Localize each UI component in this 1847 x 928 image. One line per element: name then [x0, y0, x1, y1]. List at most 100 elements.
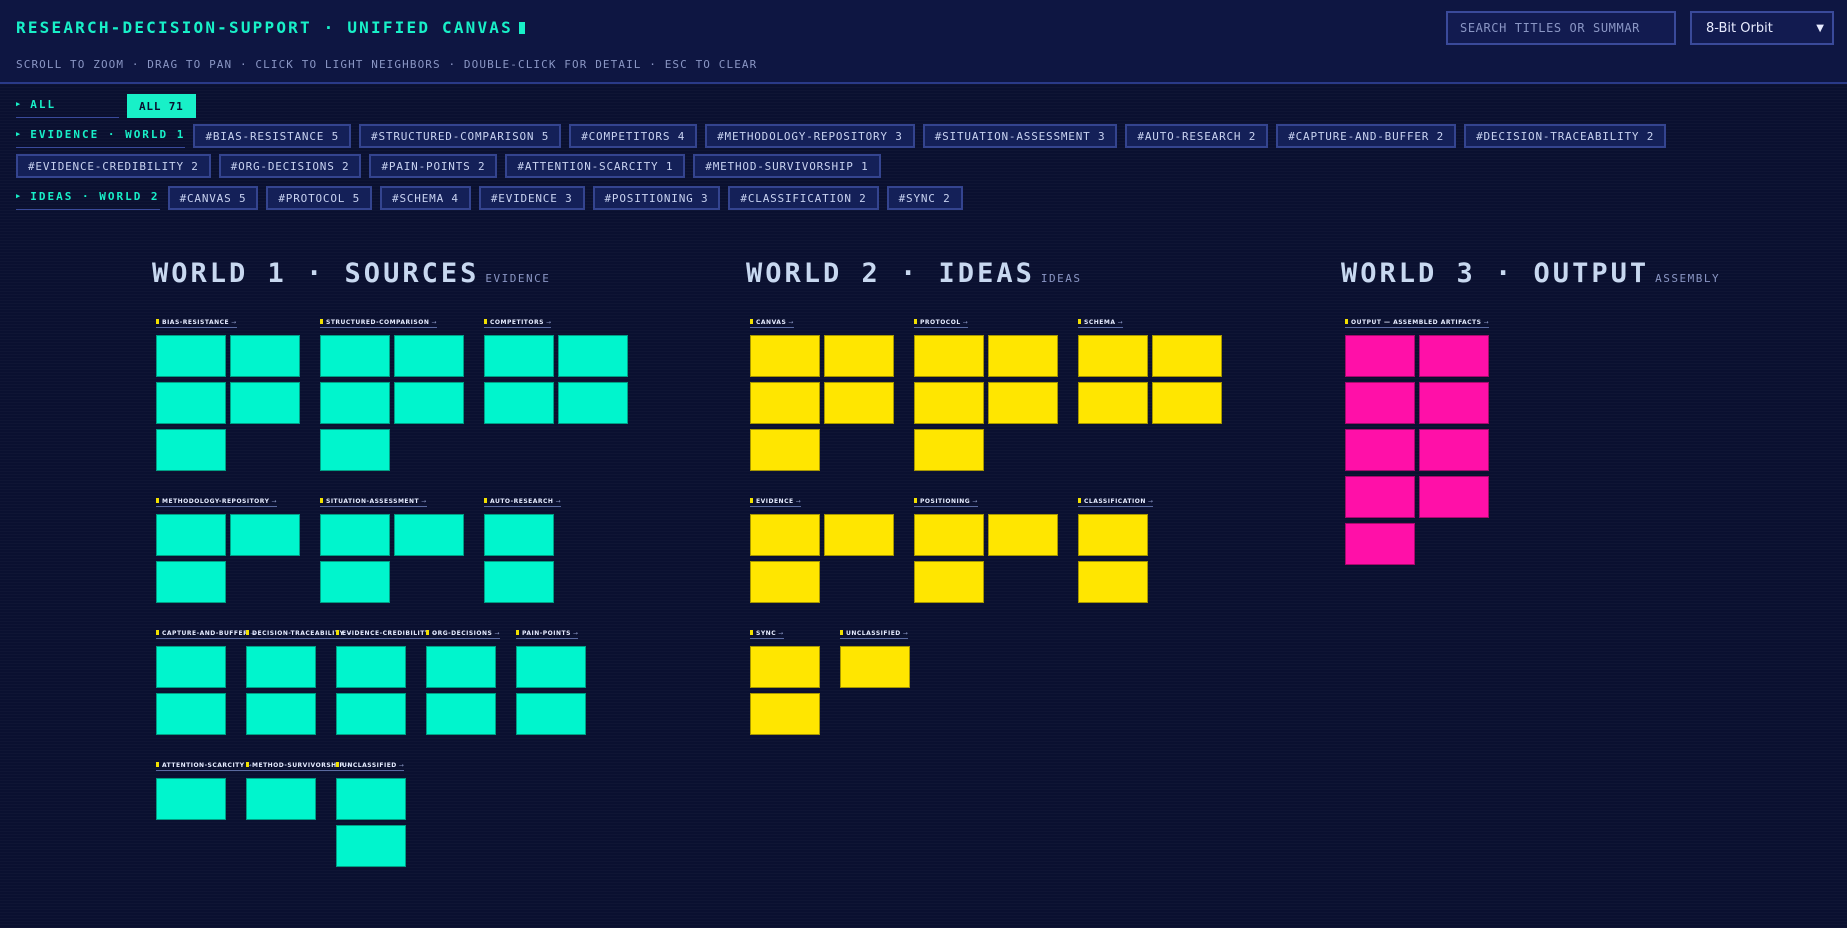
note-card[interactable] — [320, 561, 390, 603]
filter-chip[interactable]: #CAPTURE-AND-BUFFER 2 — [1276, 124, 1457, 148]
note-card[interactable] — [246, 693, 316, 735]
note-card[interactable] — [426, 693, 496, 735]
note-card[interactable] — [988, 335, 1058, 377]
note-card[interactable] — [516, 646, 586, 688]
note-card[interactable] — [320, 514, 390, 556]
note-card[interactable] — [750, 429, 820, 471]
cluster-label[interactable]: CLASSIFICATION → — [1078, 497, 1154, 507]
filter-chip[interactable]: #SYNC 2 — [886, 186, 963, 210]
note-card[interactable] — [1078, 561, 1148, 603]
note-card[interactable] — [914, 335, 984, 377]
note-card[interactable] — [750, 693, 820, 735]
cluster-label[interactable]: CAPTURE-AND-BUFFER → — [156, 629, 256, 639]
note-card[interactable] — [394, 382, 464, 424]
note-card[interactable] — [750, 335, 820, 377]
cluster-label[interactable]: BIAS-RESISTANCE → — [156, 318, 237, 328]
note-card[interactable] — [1419, 476, 1489, 518]
note-card[interactable] — [1345, 476, 1415, 518]
filter-chip[interactable]: #AUTO-RESEARCH 2 — [1125, 124, 1269, 148]
note-card[interactable] — [156, 646, 226, 688]
cluster-label[interactable]: EVIDENCE → — [750, 497, 802, 507]
cluster-label[interactable]: ORG-DECISIONS → — [426, 629, 500, 639]
note-card[interactable] — [156, 335, 226, 377]
filter-chip[interactable]: #EVIDENCE 3 — [478, 186, 585, 210]
note-card[interactable] — [914, 382, 984, 424]
note-card[interactable] — [988, 382, 1058, 424]
note-card[interactable] — [426, 646, 496, 688]
note-card[interactable] — [1078, 514, 1148, 556]
note-card[interactable] — [750, 382, 820, 424]
filter-chip[interactable]: #ATTENTION-SCARCITY 1 — [505, 154, 686, 178]
note-card[interactable] — [824, 514, 894, 556]
filter-chip[interactable]: #DECISION-TRACEABILITY 2 — [1464, 124, 1667, 148]
note-card[interactable] — [558, 382, 628, 424]
cluster-label[interactable]: UNCLASSIFIED → — [840, 629, 909, 639]
note-card[interactable] — [1419, 382, 1489, 424]
note-card[interactable] — [230, 335, 300, 377]
filter-group-all[interactable]: ▶ ALL — [16, 94, 119, 118]
filter-chip[interactable]: #PROTOCOL 5 — [266, 186, 373, 210]
cluster-label[interactable]: SITUATION-ASSESSMENT → — [320, 497, 427, 507]
cluster-label[interactable]: STRUCTURED-COMPARISON → — [320, 318, 437, 328]
note-card[interactable] — [246, 778, 316, 820]
filter-chip[interactable]: #COMPETITORS 4 — [569, 124, 698, 148]
cluster-label[interactable]: PAIN-POINTS → — [516, 629, 579, 639]
filter-group-ideas[interactable]: ▶ IDEAS · WORLD 2 — [16, 186, 160, 210]
note-card[interactable] — [336, 646, 406, 688]
note-card[interactable] — [484, 561, 554, 603]
filter-chip[interactable]: #CLASSIFICATION 2 — [728, 186, 879, 210]
cluster-label[interactable]: ATTENTION-SCARCITY → — [156, 761, 253, 771]
note-card[interactable] — [1345, 335, 1415, 377]
cluster-label[interactable]: PROTOCOL → — [914, 318, 969, 328]
cluster-label[interactable]: COMPETITORS → — [484, 318, 552, 328]
search-input[interactable] — [1446, 11, 1676, 45]
note-card[interactable] — [1345, 429, 1415, 471]
note-card[interactable] — [1152, 335, 1222, 377]
note-card[interactable] — [156, 382, 226, 424]
note-card[interactable] — [484, 382, 554, 424]
filter-chip[interactable]: #EVIDENCE-CREDIBILITY 2 — [16, 154, 211, 178]
note-card[interactable] — [914, 561, 984, 603]
note-card[interactable] — [156, 693, 226, 735]
note-card[interactable] — [1152, 382, 1222, 424]
cluster-label[interactable]: AUTO-RESEARCH → — [484, 497, 561, 507]
filter-chip[interactable]: #STRUCTURED-COMPARISON 5 — [359, 124, 562, 148]
cluster-label[interactable]: OUTPUT — ASSEMBLED ARTIFACTS → — [1345, 318, 1489, 328]
filter-chip[interactable]: #BIAS-RESISTANCE 5 — [193, 124, 352, 148]
note-card[interactable] — [1419, 335, 1489, 377]
note-card[interactable] — [484, 335, 554, 377]
note-card[interactable] — [1078, 335, 1148, 377]
note-card[interactable] — [1078, 382, 1148, 424]
filter-group-evidence[interactable]: ▶ EVIDENCE · WORLD 1 — [16, 124, 186, 148]
note-card[interactable] — [840, 646, 910, 688]
note-card[interactable] — [336, 778, 406, 820]
filter-chip[interactable]: #PAIN-POINTS 2 — [369, 154, 498, 178]
note-card[interactable] — [394, 514, 464, 556]
note-card[interactable] — [336, 693, 406, 735]
note-card[interactable] — [824, 382, 894, 424]
filter-chip[interactable]: #METHOD-SURVIVORSHIP 1 — [693, 154, 881, 178]
cluster-label[interactable]: CANVAS → — [750, 318, 794, 328]
note-card[interactable] — [914, 429, 984, 471]
cluster-label[interactable]: METHODOLOGY-REPOSITORY → — [156, 497, 277, 507]
note-card[interactable] — [516, 693, 586, 735]
note-card[interactable] — [230, 382, 300, 424]
note-card[interactable] — [484, 514, 554, 556]
note-card[interactable] — [988, 514, 1058, 556]
note-card[interactable] — [558, 335, 628, 377]
note-card[interactable] — [1345, 523, 1415, 565]
note-card[interactable] — [156, 561, 226, 603]
filter-chip[interactable]: #POSITIONING 3 — [592, 186, 721, 210]
note-card[interactable] — [320, 382, 390, 424]
filter-chip[interactable]: #METHODOLOGY-REPOSITORY 3 — [705, 124, 915, 148]
filter-chip[interactable]: #SITUATION-ASSESSMENT 3 — [922, 124, 1118, 148]
theme-select[interactable]: 8-Bit Orbit ▼ — [1690, 11, 1834, 45]
filter-chip[interactable]: #SCHEMA 4 — [380, 186, 471, 210]
filter-chip-all[interactable]: ALL 71 — [127, 94, 196, 118]
note-card[interactable] — [824, 335, 894, 377]
note-card[interactable] — [320, 335, 390, 377]
note-card[interactable] — [156, 778, 226, 820]
note-card[interactable] — [246, 646, 316, 688]
note-card[interactable] — [1345, 382, 1415, 424]
note-card[interactable] — [750, 561, 820, 603]
